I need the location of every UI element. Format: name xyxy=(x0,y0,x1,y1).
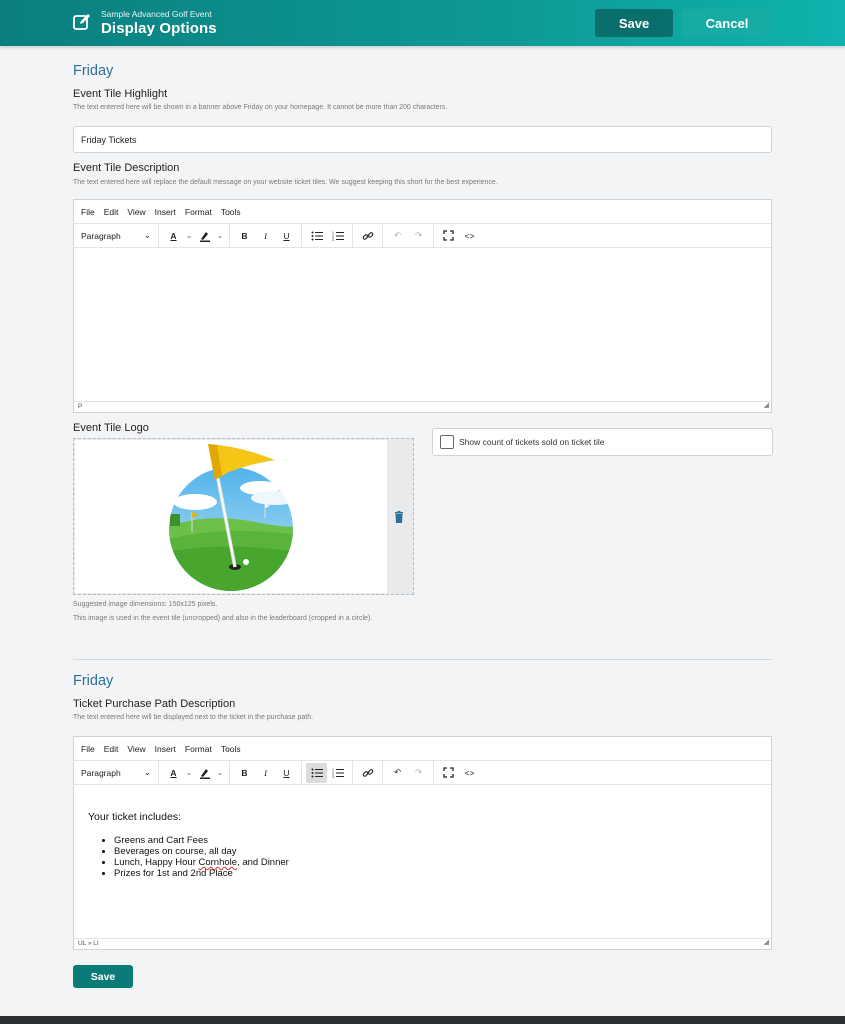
event-tile-highlight-label: Event Tile Highlight xyxy=(73,88,168,100)
description-editor-content[interactable] xyxy=(74,248,771,401)
chevron-down-icon[interactable]: ⌄ xyxy=(215,763,225,783)
logo-upload-area[interactable] xyxy=(73,438,414,595)
bold-icon[interactable]: B xyxy=(234,226,255,246)
event-tile-logo-label: Event Tile Logo xyxy=(73,422,149,434)
chevron-down-icon[interactable]: ⌄ xyxy=(215,226,225,246)
event-tile-description-help: The text entered here will replace the d… xyxy=(73,179,498,186)
show-count-checkbox[interactable] xyxy=(440,435,454,449)
bullet-list-icon[interactable] xyxy=(306,762,327,783)
numbered-list-icon[interactable]: 123 xyxy=(327,226,348,246)
chevron-down-icon[interactable]: ⌄ xyxy=(184,226,194,246)
editor-statusbar: P ◢ xyxy=(74,401,771,412)
event-tile-highlight-value: Friday Tickets xyxy=(81,134,137,145)
fullscreen-icon[interactable] xyxy=(438,226,459,246)
section-divider xyxy=(73,659,772,660)
editor-statusbar: UL » LI ◢ xyxy=(74,938,771,949)
italic-icon[interactable]: I xyxy=(255,226,276,246)
menu-tools[interactable]: Tools xyxy=(221,207,241,217)
trash-icon[interactable] xyxy=(394,511,404,523)
event-tile-highlight-help: The text entered here will be shown in a… xyxy=(73,104,448,111)
block-format-value: Paragraph xyxy=(81,230,121,241)
resize-handle-icon[interactable]: ◢ xyxy=(764,401,769,411)
cancel-button[interactable]: Cancel xyxy=(682,9,772,37)
menu-insert[interactable]: Insert xyxy=(155,744,176,754)
purchase-path-editor-content[interactable]: Your ticket includes: Greens and Cart Fe… xyxy=(74,785,771,938)
source-code-icon[interactable]: <> xyxy=(459,763,480,783)
svg-text:3: 3 xyxy=(332,238,334,241)
description-editor: File Edit View Insert Format Tools Parag… xyxy=(73,199,772,413)
link-icon[interactable] xyxy=(357,763,378,783)
content-intro: Your ticket includes: xyxy=(88,811,181,823)
purchase-path-editor: File Edit View Insert Format Tools Parag… xyxy=(73,736,772,950)
highlight-color-icon[interactable] xyxy=(194,763,215,783)
status-path: P xyxy=(78,403,83,410)
logo-hint-dimensions: Suggested image dimensions: 150x125 pixe… xyxy=(73,601,218,608)
status-path: UL » LI xyxy=(78,940,99,947)
list-item-text: , and Dinner xyxy=(237,857,289,868)
edit-icon xyxy=(73,14,90,30)
numbered-list-icon[interactable]: 123 xyxy=(327,763,348,783)
menu-format[interactable]: Format xyxy=(185,207,212,217)
logo-hint-usage: This image is used in the event tile (un… xyxy=(73,615,373,622)
redo-icon[interactable]: ↷ xyxy=(408,226,429,246)
logo-image xyxy=(75,440,387,593)
list-item: Lunch, Happy Hour Cornhole, and Dinner xyxy=(114,857,757,868)
underline-icon[interactable]: U xyxy=(276,226,297,246)
footer-bar xyxy=(0,1016,845,1024)
save-bottom-button[interactable]: Save xyxy=(73,965,133,988)
editor-toolbar: Paragraph ⌄ A ⌄ ⌄ B I U 123 ↶ ↷ <> xyxy=(74,761,771,785)
chevron-down-icon: ⌄ xyxy=(143,230,151,240)
misspelled-word[interactable]: Cornhole xyxy=(199,857,238,868)
list-item: Greens and Cart Fees xyxy=(114,835,757,846)
list-item-text: Lunch, Happy Hour xyxy=(114,857,199,868)
block-format-value: Paragraph xyxy=(81,767,121,778)
event-name: Sample Advanced Golf Event xyxy=(101,9,212,19)
source-code-icon[interactable]: <> xyxy=(459,226,480,246)
content-list: Greens and Cart Fees Beverages on course… xyxy=(114,835,757,879)
purchase-path-help: The text entered here will be displayed … xyxy=(73,714,314,721)
bullet-list-icon[interactable] xyxy=(306,226,327,246)
menu-file[interactable]: File xyxy=(81,207,95,217)
menu-file[interactable]: File xyxy=(81,744,95,754)
block-format-select[interactable]: Paragraph ⌄ xyxy=(78,230,154,241)
show-count-option[interactable]: Show count of tickets sold on ticket til… xyxy=(432,428,773,456)
editor-toolbar: Paragraph ⌄ A ⌄ ⌄ B I U 123 ↶ ↷ <> xyxy=(74,224,771,248)
show-count-label[interactable]: Show count of tickets sold on ticket til… xyxy=(459,437,605,447)
highlight-color-icon[interactable] xyxy=(194,226,215,246)
menu-view[interactable]: View xyxy=(127,207,145,217)
menu-edit[interactable]: Edit xyxy=(104,744,119,754)
chevron-down-icon[interactable]: ⌄ xyxy=(184,763,194,783)
top-header: Sample Advanced Golf Event Display Optio… xyxy=(0,0,845,46)
save-button[interactable]: Save xyxy=(595,9,673,37)
text-color-icon[interactable]: A xyxy=(163,226,184,246)
section-title-friday: Friday xyxy=(73,63,114,79)
redo-icon[interactable]: ↷ xyxy=(408,763,429,783)
undo-icon[interactable]: ↶ xyxy=(387,226,408,246)
chevron-down-icon: ⌄ xyxy=(143,767,151,777)
menu-tools[interactable]: Tools xyxy=(221,744,241,754)
text-color-icon[interactable]: A xyxy=(163,763,184,783)
menu-view[interactable]: View xyxy=(127,744,145,754)
link-icon[interactable] xyxy=(357,226,378,246)
bold-icon[interactable]: B xyxy=(234,763,255,783)
underline-icon[interactable]: U xyxy=(276,763,297,783)
editor-menubar: File Edit View Insert Format Tools xyxy=(74,200,771,224)
undo-icon[interactable]: ↶ xyxy=(387,763,408,783)
fullscreen-icon[interactable] xyxy=(438,763,459,783)
menu-insert[interactable]: Insert xyxy=(155,207,176,217)
list-item: Prizes for 1st and 2nd Place xyxy=(114,868,757,879)
block-format-select[interactable]: Paragraph ⌄ xyxy=(78,767,154,778)
list-item: Beverages on course, all day xyxy=(114,846,757,857)
event-tile-description-label: Event Tile Description xyxy=(73,162,180,174)
resize-handle-icon[interactable]: ◢ xyxy=(764,938,769,948)
section-title-friday-2: Friday xyxy=(73,673,114,689)
editor-menubar: File Edit View Insert Format Tools xyxy=(74,737,771,761)
italic-icon[interactable]: I xyxy=(255,763,276,783)
menu-format[interactable]: Format xyxy=(185,744,212,754)
page-title: Display Options xyxy=(101,20,217,37)
menu-edit[interactable]: Edit xyxy=(104,207,119,217)
purchase-path-label: Ticket Purchase Path Description xyxy=(73,698,236,710)
svg-text:3: 3 xyxy=(332,775,334,778)
event-tile-highlight-input[interactable]: Friday Tickets xyxy=(73,126,772,153)
